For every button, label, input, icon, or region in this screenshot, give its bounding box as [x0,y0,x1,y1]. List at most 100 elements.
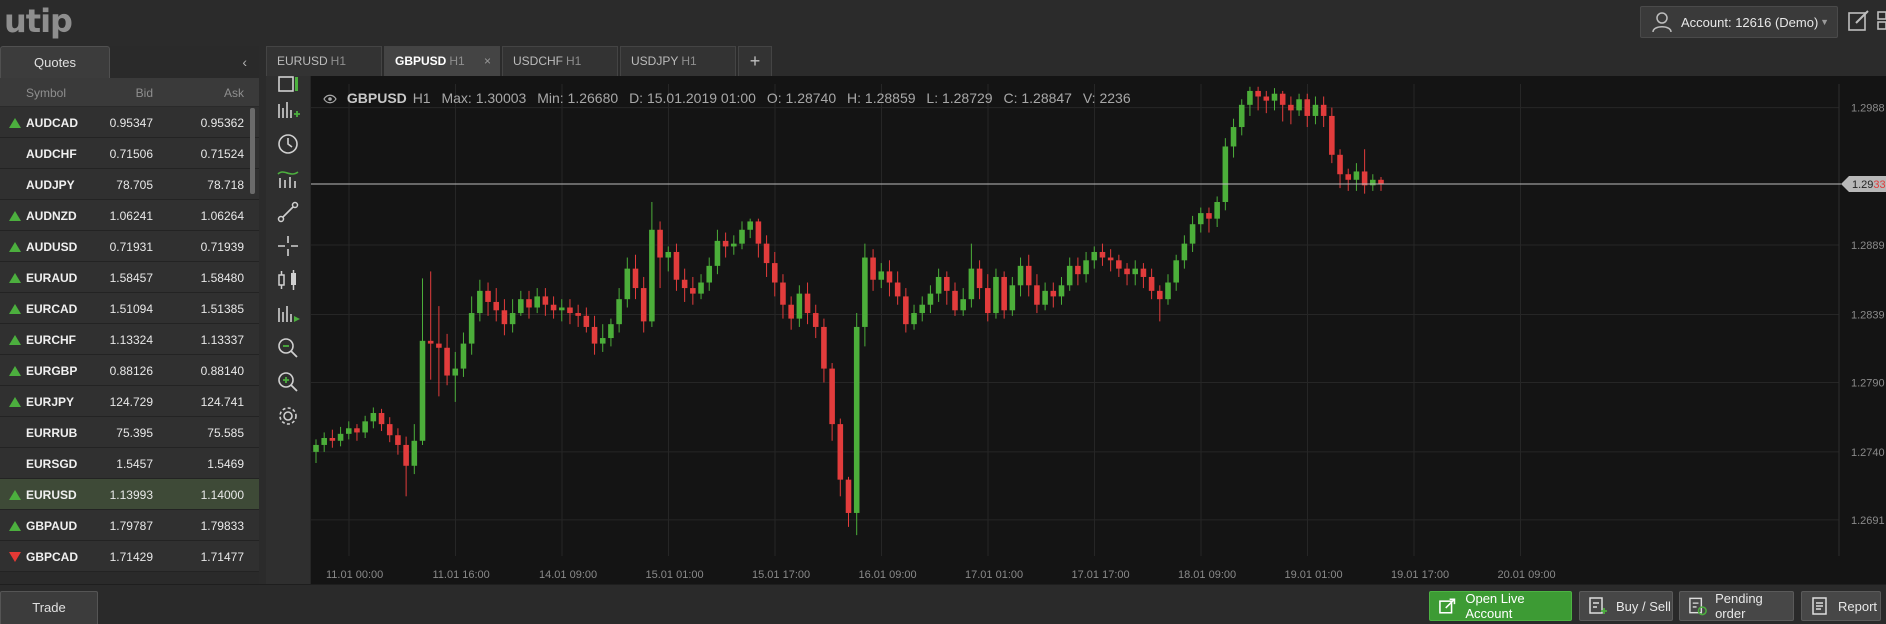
crosshair-icon[interactable] [274,232,302,260]
report-button[interactable]: Report [1801,591,1881,621]
quote-row[interactable]: AUDJPY 78.705 78.718 [0,169,259,200]
quote-ask[interactable]: 1.13337 [201,333,244,347]
column-bid[interactable]: Bid [136,86,153,100]
quote-bid[interactable]: 0.88126 [110,364,153,378]
tab-quotes[interactable]: Quotes [0,46,110,78]
bottom-bar: Trade Open Live Account Buy / Sell Pendi… [0,584,1886,624]
quote-ask[interactable]: 1.5469 [207,457,244,471]
quote-bid[interactable]: 1.58457 [110,271,153,285]
trendline-icon[interactable] [274,198,302,226]
tab-gbpusd[interactable]: GBPUSD H1 × [384,46,500,76]
quote-bid[interactable]: 1.06241 [110,209,153,223]
quote-ask[interactable]: 0.71524 [201,147,244,161]
candle-body [1066,265,1073,286]
quote-ask[interactable]: 1.71477 [201,550,244,564]
candle-body [1361,171,1368,186]
column-symbol[interactable]: Symbol [26,86,66,100]
tab-symbol: GBPUSD [395,54,447,68]
quote-bid[interactable]: 1.5457 [116,457,153,471]
pending-order-button[interactable]: Pending order [1679,591,1794,621]
quote-row[interactable]: EURUSD 1.13993 1.14000 [0,479,259,510]
add-indicator-icon[interactable] [274,96,302,124]
price-down-icon [9,552,21,562]
quote-row[interactable]: EURRUB 75.395 75.585 [0,417,259,448]
collapse-left-icon[interactable]: ‹ [242,54,247,70]
column-ask[interactable]: Ask [224,86,244,100]
tab-usdchf[interactable]: USDCHF H1 [502,46,618,76]
chart-type-icon[interactable] [274,68,302,98]
account-selector[interactable]: Account: 12616 (Demo) ▼ [1640,6,1838,38]
close-icon[interactable]: × [484,47,491,76]
quote-bid[interactable]: 1.13324 [110,333,153,347]
add-tab-button[interactable]: + [738,46,772,76]
candle-body [1197,213,1204,225]
quotes-scrollbar[interactable] [250,108,255,194]
quote-row[interactable]: EURJPY 124.729 124.741 [0,386,259,417]
quote-ask[interactable]: 78.718 [207,178,244,192]
zoom-in-icon[interactable] [274,368,302,396]
candle-body [1271,93,1278,101]
quote-row[interactable]: GBPAUD 1.79787 1.79833 [0,510,259,541]
quote-bid[interactable]: 75.395 [116,426,153,440]
quote-ask[interactable]: 0.71939 [201,240,244,254]
y-tick-label: 1.2889 [1851,240,1885,252]
quote-row[interactable]: EURSGD 1.5457 1.5469 [0,448,259,479]
quote-bid[interactable]: 1.13993 [110,488,153,502]
buy-sell-button[interactable]: Buy / Sell [1579,591,1673,621]
tab-symbol: EURUSD [277,54,328,68]
quote-row[interactable]: EURCAD 1.51094 1.51385 [0,293,259,324]
quote-row[interactable]: AUDCHF 0.71506 0.71524 [0,138,259,169]
quote-bid[interactable]: 124.729 [110,395,153,409]
indicators-icon[interactable] [274,164,302,192]
candle-body [1312,104,1319,116]
quote-ask[interactable]: 1.51385 [201,302,244,316]
edit-icon[interactable] [1846,8,1872,34]
price-chart[interactable]: 11.01 00:00 11.01 16:00 14.01 09:00 15.01 0… [311,76,1886,584]
chevron-down-icon: ▼ [1820,17,1829,27]
quote-ask[interactable]: 0.95362 [201,116,244,130]
candle-body [1370,179,1376,186]
tab-trade[interactable]: Trade [0,591,98,624]
quote-bid[interactable]: 0.71506 [110,147,153,161]
open-live-account-button[interactable]: Open Live Account [1429,591,1572,621]
quote-bid[interactable]: 0.95347 [110,116,153,130]
quote-row[interactable]: AUDUSD 0.71931 0.71939 [0,231,259,262]
quote-bid[interactable]: 1.79787 [110,519,153,533]
quote-row[interactable]: AUDCAD 0.95347 0.95362 [0,107,259,138]
candle-body [337,433,344,441]
quote-ask[interactable]: 1.79833 [201,519,244,533]
quote-ask[interactable]: 124.741 [201,395,244,409]
zoom-out-icon[interactable] [274,334,302,362]
candle-body [984,288,991,314]
external-link-icon [1439,598,1456,614]
quote-row[interactable]: EURGBP 0.88126 0.88140 [0,355,259,386]
quote-row[interactable]: GBPCAD 1.71429 1.71477 [0,541,259,572]
layout-icon[interactable] [1876,8,1886,34]
candle-body [870,257,876,280]
gear-icon[interactable] [274,402,302,430]
quote-bid[interactable]: 1.71429 [110,550,153,564]
quote-ask[interactable]: 1.06264 [201,209,244,223]
chart-settings-bars-icon[interactable] [274,300,302,328]
quote-symbol: EURCHF [26,333,76,347]
eye-icon[interactable] [323,94,337,104]
quote-ask[interactable]: 1.58480 [201,271,244,285]
chart-canvas[interactable]: 11.01 00:00 11.01 16:00 14.01 09:00 15.01 0… [311,76,1886,584]
quote-row[interactable]: AUDNZD 1.06241 1.06264 [0,200,259,231]
quote-bid[interactable]: 78.705 [116,178,153,192]
timeframe-clock-icon[interactable] [274,130,302,158]
quote-bid[interactable]: 1.51094 [110,302,153,316]
quote-row[interactable]: EURCHF 1.13324 1.13337 [0,324,259,355]
quote-ask[interactable]: 0.88140 [201,364,244,378]
price-up-icon [9,118,21,128]
quote-row[interactable]: EURAUD 1.58457 1.58480 [0,262,259,293]
quote-bid[interactable]: 0.71931 [110,240,153,254]
candles-icon[interactable] [274,266,302,294]
quote-symbol: EURUSD [26,488,77,502]
quote-ask[interactable]: 1.14000 [201,488,244,502]
quote-ask[interactable]: 75.585 [207,426,244,440]
candle-body [845,479,852,513]
open-live-account-label: Open Live Account [1465,591,1525,621]
tab-usdjpy[interactable]: USDJPY H1 [620,46,736,76]
candle-body [509,313,516,325]
